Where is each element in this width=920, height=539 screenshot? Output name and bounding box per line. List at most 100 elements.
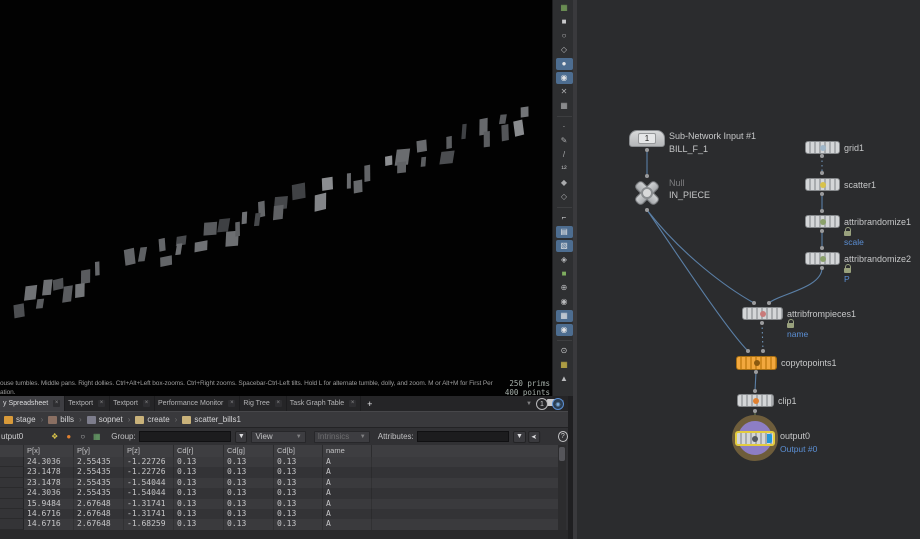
point-numbers-icon[interactable]: ¹² — [556, 163, 573, 175]
scene-viewport[interactable]: ouse tumbles. Middle pans. Right dollies… — [0, 0, 552, 398]
first-person-icon[interactable]: ▲ — [556, 373, 573, 385]
breadcrumb-item-scatter_bills1[interactable]: scatter_bills1 — [182, 415, 241, 424]
ghost-other-objects-icon[interactable]: ▦ — [556, 100, 573, 112]
displacement-icon[interactable]: ◉ — [556, 72, 573, 84]
prim-color-icon[interactable]: ▦ — [91, 431, 102, 442]
tab-close-icon[interactable]: × — [98, 400, 105, 407]
group-input[interactable] — [139, 431, 232, 442]
flipbook-icon[interactable]: ▧ — [556, 240, 573, 252]
row-number-cell[interactable] — [0, 488, 24, 498]
node-attribrandomize1[interactable] — [805, 215, 840, 228]
cell-filler — [372, 509, 566, 519]
row-number-cell[interactable] — [0, 478, 24, 488]
tab-close-icon[interactable]: × — [349, 400, 356, 407]
group-filter-icon[interactable]: ▼ — [235, 431, 247, 443]
group-select-icon[interactable]: ◉ — [556, 296, 573, 308]
column-header-Py[interactable]: P[y] — [74, 445, 124, 457]
column-header-Cdg[interactable]: Cd[g] — [224, 445, 274, 457]
row-number-cell[interactable] — [0, 457, 24, 467]
lock-view-icon[interactable]: ■ — [556, 16, 573, 28]
cell: -1.31741 — [124, 499, 174, 509]
tab-close-icon[interactable]: × — [143, 400, 150, 407]
attributes-input[interactable] — [417, 431, 510, 442]
spreadsheet-toolbar: utput0 ❖●○▦ Group: ▼ View▼ Intrinsics▼ A… — [0, 427, 568, 445]
help-icon[interactable]: ? — [558, 431, 568, 442]
tab-close-icon[interactable]: × — [228, 400, 235, 407]
column-header-name[interactable]: name — [323, 445, 372, 457]
axis-gnomon-icon[interactable]: ⊕ — [556, 282, 573, 294]
pick-attribute-icon[interactable]: ➤ — [528, 431, 540, 443]
column-header-Pz[interactable]: P[z] — [124, 445, 174, 457]
node-attribfrompieces1[interactable] — [742, 307, 783, 320]
hide-other-objects-icon[interactable]: ✕ — [556, 86, 573, 98]
scatter-sop-icon — [820, 182, 826, 188]
breadcrumb-item-bills[interactable]: bills — [48, 415, 74, 424]
tab-performance-monitor[interactable]: Performance Monitor× — [155, 396, 240, 411]
attributes-filter-icon[interactable]: ▼ — [513, 431, 525, 443]
link-badge[interactable]: 1 — [536, 398, 548, 410]
node-attribrandomize2[interactable] — [805, 252, 840, 265]
table-scrollbar[interactable] — [558, 445, 566, 539]
node-subnet-input[interactable]: 1 — [629, 130, 665, 147]
reference-grid-icon[interactable]: ◈ — [556, 254, 573, 266]
lighting-mode-icon[interactable]: ◇ — [556, 44, 573, 56]
row-number-cell[interactable] — [0, 519, 24, 529]
node-path-field[interactable]: utput0 — [0, 432, 23, 441]
cell: A — [323, 467, 372, 477]
snap-pin-icon[interactable]: ◉ — [556, 324, 573, 336]
row-number-cell[interactable] — [0, 467, 24, 477]
tab-textport[interactable]: Textport× — [110, 396, 155, 411]
network-editor[interactable]: 1Sub-Network Input #1BILL_F_1NullIN_PIEC… — [577, 0, 920, 539]
pin-icon[interactable]: ◉ — [552, 398, 564, 410]
headlight-icon[interactable]: ○ — [556, 30, 573, 42]
prim-markers-icon[interactable]: ◆ — [556, 177, 573, 189]
info-icon[interactable]: ⊙ — [556, 345, 573, 357]
high-quality-lighting-icon[interactable]: ● — [556, 58, 573, 70]
snapshot-icon[interactable]: ▤ — [556, 226, 573, 238]
node-grid1[interactable] — [805, 141, 840, 154]
row-number-cell[interactable] — [0, 499, 24, 509]
point-markers-icon[interactable]: ✎ — [556, 135, 573, 147]
point-normals-icon[interactable]: / — [556, 149, 573, 161]
tab-textport[interactable]: Textport× — [65, 396, 110, 411]
cell: 23.1478 — [24, 467, 74, 477]
column-header-Cdr[interactable]: Cd[r] — [174, 445, 224, 457]
network-path-bar: stage›bills›sopnet›create›scatter_bills1 — [0, 411, 568, 427]
tab-close-icon[interactable]: × — [275, 400, 282, 407]
node-clip1[interactable] — [737, 394, 774, 407]
display-flag[interactable] — [767, 434, 772, 443]
prim-normals-icon[interactable]: ◇ — [556, 191, 573, 203]
point-mode-icon[interactable]: ● — [63, 431, 74, 442]
tab-y-spreadsheet[interactable]: y Spreadsheet × — [0, 396, 65, 411]
node-in-piece-null[interactable] — [631, 177, 663, 209]
show-points-icon[interactable]: · — [556, 121, 573, 133]
column-header-Cdb[interactable]: Cd[b] — [274, 445, 323, 457]
node-tree-icon[interactable]: ❖ — [49, 431, 60, 442]
intrinsics-dropdown[interactable]: Intrinsics▼ — [314, 431, 370, 443]
new-tab-button[interactable]: + — [361, 396, 378, 411]
cell: 2.55435 — [74, 478, 124, 488]
node-output0[interactable] — [735, 431, 775, 446]
breadcrumb-item-stage[interactable]: stage — [4, 415, 36, 424]
tab-rig-tree[interactable]: Rig Tree× — [240, 396, 286, 411]
tab-task-graph-table[interactable]: Task Graph Table× — [287, 396, 361, 411]
tab-label: y Spreadsheet — [3, 400, 48, 407]
cell: -1.68259 — [124, 519, 174, 529]
background-image-icon[interactable]: ▦ — [556, 310, 573, 322]
breadcrumb-item-create[interactable]: create — [135, 415, 169, 424]
node-copytopoints1[interactable] — [736, 356, 777, 370]
camera-box-icon[interactable]: ■ — [556, 268, 573, 280]
attribrandomize-sop-icon — [820, 219, 826, 225]
vertex-mode-icon[interactable]: ○ — [77, 431, 88, 442]
measure-tool-icon[interactable]: ⌐ — [556, 212, 573, 224]
tab-close-icon[interactable]: × — [53, 400, 60, 407]
scrollbar-thumb[interactable] — [559, 447, 565, 461]
view-dropdown[interactable]: View▼ — [251, 431, 305, 443]
node-scatter1[interactable] — [805, 178, 840, 191]
breadcrumb-item-sopnet[interactable]: sopnet — [87, 415, 123, 424]
row-number-cell[interactable] — [0, 509, 24, 519]
column-header-Px[interactable]: P[x] — [24, 445, 74, 457]
path-dropdown-icon[interactable]: ▼ — [526, 401, 532, 407]
network-box-icon[interactable]: ▦ — [556, 2, 573, 14]
color-swatch-icon[interactable]: ▦ — [556, 359, 573, 371]
